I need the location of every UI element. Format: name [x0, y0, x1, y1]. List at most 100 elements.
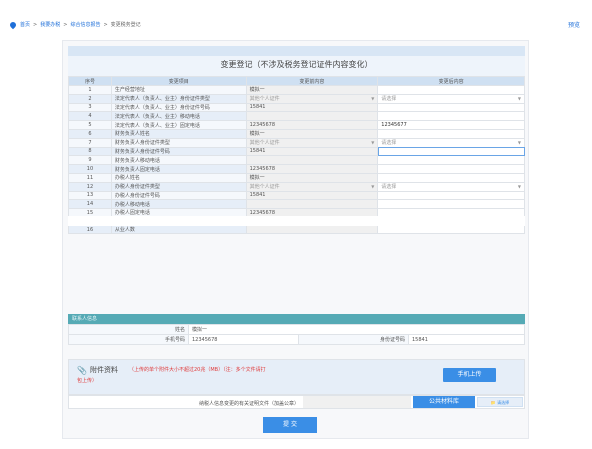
- row-after-input[interactable]: [377, 128, 525, 139]
- row-item-label: 办税人固定电话: [110, 208, 247, 222]
- row-before-value: 12345678: [245, 164, 379, 174]
- table-row: 16 从业人数: [68, 220, 525, 235]
- contact-id-label: 身份证号码: [298, 334, 409, 345]
- upload-file-area: [303, 396, 411, 408]
- row-number: 7: [68, 137, 112, 148]
- row-before-value: 15841: [245, 146, 379, 157]
- row-before-value: 模拟一: [245, 128, 379, 139]
- row-after-input[interactable]: [377, 208, 525, 222]
- attachment-note: （上传的单个附件大小不超过20兆（MB）（注：多个文件请打: [129, 367, 266, 373]
- row-after-select[interactable]: 请选择 ▼: [377, 181, 525, 192]
- row-item-label: 办税人身份证件类型: [110, 181, 247, 192]
- after-select-text: 请选择: [381, 140, 397, 147]
- after-select-display[interactable]: 请选择 ▼: [381, 139, 521, 147]
- row-before-value: 12345678: [245, 120, 379, 130]
- mobile-upload-button[interactable]: 手机上传: [443, 368, 496, 382]
- row-before-value: 其他个人证件 ▼: [245, 93, 379, 104]
- breadcrumb-home[interactable]: 首页: [20, 21, 30, 28]
- column-header-item: 变更项目: [110, 76, 247, 86]
- row-before-value: 其他个人证件 ▼: [245, 181, 379, 192]
- row-after-select[interactable]: 请选择 ▼: [377, 93, 525, 104]
- row-after-input[interactable]: [377, 220, 525, 235]
- row-item-label: 财务负责人固定电话: [110, 164, 247, 174]
- row-before-value: 模拟一: [245, 172, 379, 183]
- row-item-label: 财务负责人身份证件号码: [110, 146, 247, 157]
- row-before-value: [245, 111, 379, 122]
- table-row: 5 法定代表人（负责人、业主）固定电话 12345678 12345677: [68, 120, 525, 130]
- row-after-input[interactable]: [377, 111, 525, 122]
- breadcrumb: 首页 > 我要办税 > 综合信息报告 > 变更税务登记: [8, 20, 141, 29]
- table-row: 6 财务负责人姓名 模拟一: [68, 128, 525, 139]
- row-after-input[interactable]: [377, 172, 525, 183]
- table-row: 1 生产经营地址 模拟一: [68, 85, 525, 95]
- row-after-input[interactable]: [377, 199, 525, 210]
- upload-row: 纳税人信息变更的有关证明文件（加盖公章） 公共材料库 📁 请选择: [68, 395, 525, 409]
- table-row: 13 办税人身份证件号码 15841: [68, 190, 525, 201]
- row-number: 1: [68, 85, 112, 95]
- after-select-display[interactable]: 请选择 ▼: [381, 183, 521, 191]
- row-after-input[interactable]: [377, 155, 525, 166]
- after-select-text: 请选择: [381, 96, 397, 103]
- row-number: 13: [68, 190, 112, 201]
- before-select-text: 其他个人证件: [249, 140, 280, 147]
- preview-link[interactable]: 预览: [568, 20, 580, 29]
- row-after-input[interactable]: [377, 164, 525, 174]
- before-select-display: 其他个人证件 ▼: [250, 183, 375, 191]
- table-row: 15 办税人固定电话 12345678: [68, 208, 525, 222]
- folder-icon: 📁: [490, 400, 496, 405]
- row-item-label: 法定代表人（负责人、业主）身份证件号码: [110, 102, 247, 113]
- row-number: 12: [68, 181, 112, 192]
- row-after-input[interactable]: [377, 85, 525, 95]
- table-row: 8 财务负责人身份证件号码 15841: [68, 146, 525, 157]
- breadcrumb-tax[interactable]: 我要办税: [40, 21, 60, 28]
- contact-name-value[interactable]: 模拟一: [188, 324, 525, 335]
- row-before-value: 15841: [245, 190, 379, 201]
- row-number: 2: [68, 93, 112, 104]
- row-before-value: [245, 220, 379, 235]
- breadcrumb-separator: >: [63, 21, 68, 28]
- breadcrumb-separator: >: [103, 21, 108, 28]
- contact-id-value[interactable]: 15841: [408, 334, 525, 345]
- row-number: 9: [68, 155, 112, 166]
- table-row: 4 法定代表人（负责人、业主）移动电话: [68, 111, 525, 122]
- row-after-input[interactable]: 12345677: [377, 120, 525, 130]
- change-items-table: 序号 变更项目 变更前内容 变更后内容 1 生产经营地址 模拟一 2 法定代表人（负责人…: [68, 76, 525, 235]
- chevron-down-icon: ▼: [371, 140, 375, 146]
- row-item-label: 法定代表人（负责人、业主）身份证件类型: [110, 93, 247, 104]
- row-number: 15: [68, 208, 112, 222]
- public-library-button[interactable]: 公共材料库: [413, 396, 475, 408]
- paperclip-icon: 📎: [77, 365, 87, 375]
- row-number: 4: [68, 111, 112, 122]
- after-select-text: 请选择: [381, 184, 397, 191]
- row-item-label: 财务负责人身份证件类型: [110, 137, 247, 148]
- contact-row: 手机号码 12345678 身份证号码 15841: [68, 334, 525, 345]
- after-select-display[interactable]: 请选择 ▼: [381, 95, 521, 103]
- row-number: 11: [68, 172, 112, 183]
- contact-phone-label: 手机号码: [68, 334, 189, 345]
- submit-button[interactable]: 提 交: [263, 417, 317, 433]
- row-number: 6: [68, 128, 112, 139]
- table-row: 10 财务负责人固定电话 12345678: [68, 164, 525, 174]
- form-title-bar: 变更登记（不涉及税务登记证件内容变化）: [68, 46, 525, 76]
- row-after-select[interactable]: 请选择 ▼: [377, 137, 525, 148]
- row-before-value: 模拟一: [245, 85, 379, 95]
- chevron-down-icon: ▼: [517, 96, 521, 102]
- table-row: 3 法定代表人（负责人、业主）身份证件号码 15841: [68, 102, 525, 113]
- select-file-label: 请选择: [497, 400, 510, 405]
- table-row: 2 法定代表人（负责人、业主）身份证件类型 其他个人证件 ▼ 请选择 ▼: [68, 93, 525, 104]
- row-after-input[interactable]: [377, 146, 525, 157]
- table-row: 14 办税人移动电话: [68, 199, 525, 210]
- before-select-display: 其他个人证件 ▼: [250, 139, 375, 147]
- before-select-display: 其他个人证件 ▼: [250, 95, 375, 103]
- row-item-label: 从业人数: [110, 220, 247, 235]
- attachment-title: 附件资料: [89, 366, 118, 374]
- row-after-input[interactable]: [377, 102, 525, 113]
- row-item-label: 财务负责人移动电话: [110, 155, 247, 166]
- breadcrumb-report[interactable]: 综合信息报告: [70, 21, 100, 28]
- select-file-button[interactable]: 📁 请选择: [477, 397, 523, 407]
- contact-phone-value[interactable]: 12345678: [188, 334, 299, 345]
- contact-row: 姓名 模拟一: [68, 324, 525, 335]
- row-item-label: 办税人身份证件号码: [110, 190, 247, 201]
- row-item-label: 财务负责人姓名: [110, 128, 247, 139]
- row-after-input[interactable]: [377, 190, 525, 201]
